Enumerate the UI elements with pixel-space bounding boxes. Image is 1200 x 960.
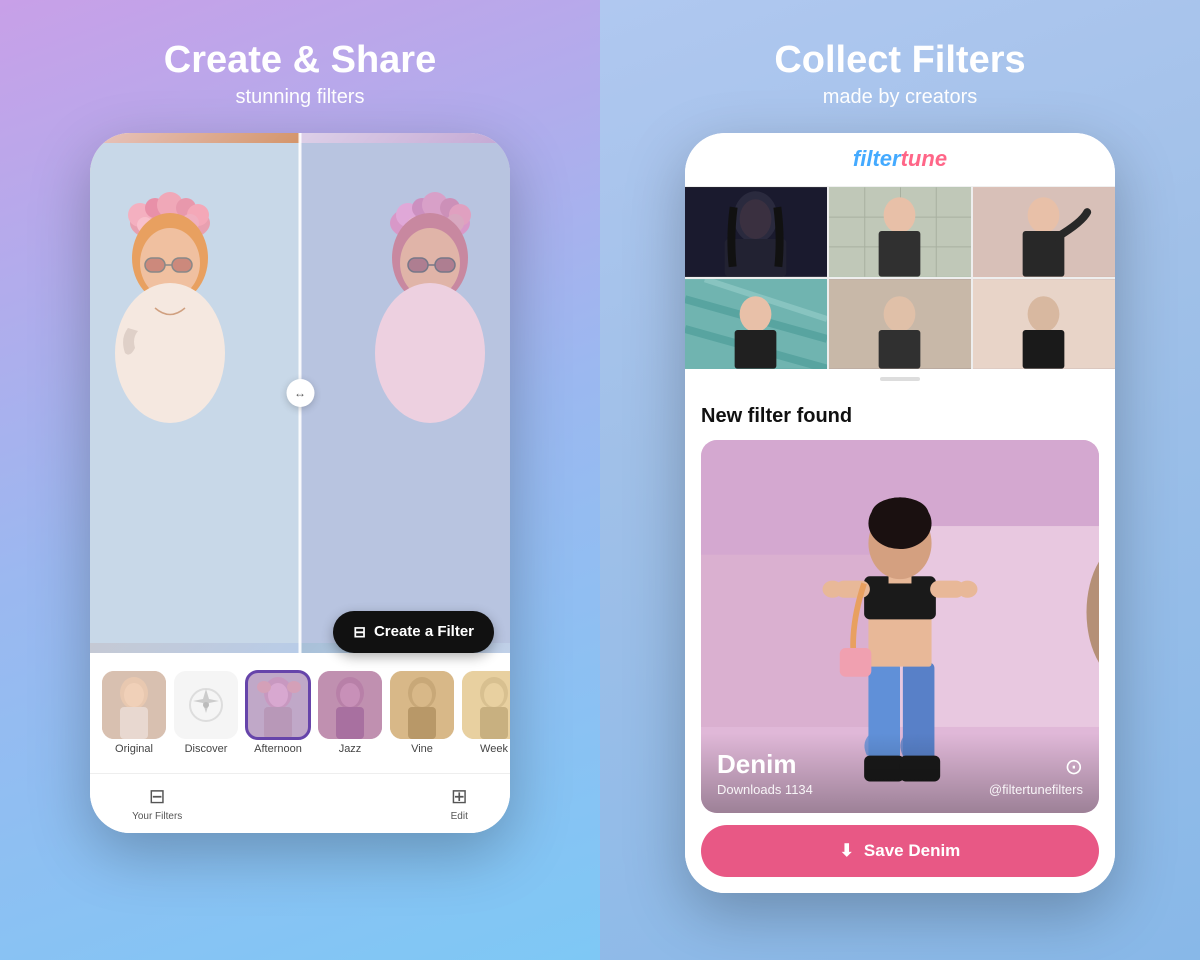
filter-item-vine[interactable]: Vine — [390, 671, 454, 755]
photo-grid — [685, 187, 1115, 369]
grid-photo-6 — [973, 279, 1115, 369]
save-icon: ⬇ — [840, 841, 854, 861]
phone-right: filtertune — [685, 133, 1115, 893]
left-title: Create & Share — [164, 40, 436, 82]
filter-instagram: ⊙ @filtertunefilters — [989, 754, 1083, 797]
grid-photo-5 — [829, 279, 971, 369]
save-button[interactable]: ⬇ Save Denim — [701, 825, 1099, 877]
filter-label-original: Original — [115, 743, 153, 755]
new-filter-section: New filter found — [685, 389, 1115, 893]
nav-item-edit[interactable]: ⊞ Edit — [451, 784, 468, 822]
grid-photo-2 — [829, 187, 971, 277]
filter-label-vine: Vine — [411, 743, 433, 755]
edit-label: Edit — [451, 811, 468, 822]
filter-label-jazz: Jazz — [339, 743, 362, 755]
right-header: Collect Filters made by creators — [774, 40, 1025, 109]
your-filters-icon: ⊟ — [149, 784, 166, 809]
instagram-icon: ⊙ — [989, 754, 1083, 780]
filter-thumb-week — [462, 671, 510, 739]
left-header: Create & Share stunning filters — [164, 40, 436, 109]
filter-thumb-afternoon — [246, 671, 310, 739]
filter-label-week: Week — [480, 743, 508, 755]
grid-photo-3 — [973, 187, 1115, 277]
create-filter-icon: ⊟ — [353, 623, 366, 641]
app-header: filtertune — [685, 133, 1115, 187]
save-label: Save Denim — [864, 841, 960, 861]
app-logo: filtertune — [853, 146, 947, 172]
filter-item-jazz[interactable]: Jazz — [318, 671, 382, 755]
filter-preview-info: Denim Downloads 1134 — [717, 749, 813, 797]
filter-label-discover: Discover — [185, 743, 228, 755]
filter-label-afternoon: Afternoon — [254, 743, 302, 755]
filter-item-afternoon[interactable]: Afternoon — [246, 671, 310, 755]
filter-preview-image: Denim Downloads 1134 ⊙ @filtertunefilter… — [701, 440, 1099, 813]
filter-strip: Original Discover — [90, 653, 510, 773]
phone-left: ↔ ⊟ Create a Filter Original — [90, 133, 510, 833]
app-name-part2: tune — [901, 146, 947, 171]
left-panel: Create & Share stunning filters — [0, 0, 600, 960]
app-name-part1: filter — [853, 146, 901, 171]
photo-right-half — [300, 133, 510, 653]
filter-item-discover[interactable]: Discover — [174, 671, 238, 755]
filter-thumb-discover — [174, 671, 238, 739]
filter-downloads: Downloads 1134 — [717, 782, 813, 797]
photo-left-half — [90, 133, 300, 653]
create-filter-button[interactable]: ⊟ Create a Filter — [333, 611, 494, 653]
instagram-handle: @filtertunefilters — [989, 782, 1083, 797]
edit-icon: ⊞ — [451, 784, 468, 809]
your-filters-label: Your Filters — [132, 811, 182, 822]
nav-item-your-filters[interactable]: ⊟ Your Filters — [132, 784, 182, 822]
pull-indicator — [685, 369, 1115, 389]
phone-bottom-nav: ⊟ Your Filters ⊞ Edit — [90, 773, 510, 833]
filter-thumb-jazz — [318, 671, 382, 739]
divider-arrow: ↔ — [286, 379, 314, 407]
filter-preview-overlay: Denim Downloads 1134 ⊙ @filtertunefilter… — [701, 733, 1099, 813]
right-panel: Collect Filters made by creators filtert… — [600, 0, 1200, 960]
filter-name: Denim — [717, 749, 813, 780]
pull-bar — [880, 377, 920, 381]
grid-photo-4 — [685, 279, 827, 369]
photo-container: ↔ — [90, 133, 510, 653]
left-subtitle: stunning filters — [164, 86, 436, 109]
right-title: Collect Filters — [774, 40, 1025, 82]
right-subtitle: made by creators — [774, 86, 1025, 109]
grid-photo-1 — [685, 187, 827, 277]
filter-item-original[interactable]: Original — [102, 671, 166, 755]
filter-item-week[interactable]: Week — [462, 671, 510, 755]
new-filter-title: New filter found — [701, 405, 1099, 428]
filter-thumb-vine — [390, 671, 454, 739]
filter-thumb-original — [102, 671, 166, 739]
photo-divider: ↔ — [299, 133, 302, 653]
create-filter-label: Create a Filter — [374, 623, 474, 640]
